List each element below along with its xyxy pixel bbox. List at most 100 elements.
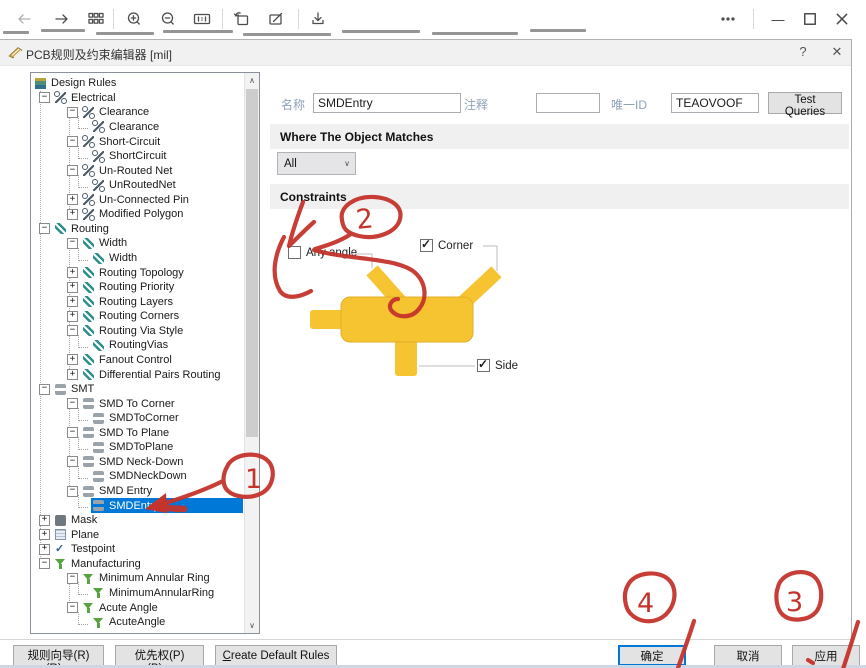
tree-expander[interactable] [67, 165, 78, 176]
tree-node[interactable]: SMD Neck-Down [33, 455, 243, 470]
tree-node[interactable]: SMD To Plane [33, 426, 243, 441]
tree-expander[interactable] [39, 384, 50, 395]
tree-node[interactable]: UnRoutedNet [33, 178, 243, 193]
download-icon[interactable] [306, 7, 330, 31]
scroll-up-icon[interactable]: ∧ [245, 73, 259, 88]
tree-node[interactable]: Un-Connected Pin [33, 193, 243, 208]
tree-node[interactable]: Fanout Control [33, 353, 243, 368]
tree-node[interactable]: Modified Polygon [33, 207, 243, 222]
more-icon[interactable] [716, 7, 740, 31]
zoom-in-icon[interactable] [122, 7, 146, 31]
tree-expander[interactable] [67, 238, 78, 249]
tree-node[interactable]: Un-Routed Net [33, 163, 243, 178]
tree-node[interactable]: Routing Priority [33, 280, 243, 295]
tree-expander[interactable] [67, 456, 78, 467]
tree-expander[interactable] [67, 107, 78, 118]
help-button[interactable]: ? [794, 44, 812, 62]
any-angle-checkbox[interactable] [288, 246, 301, 259]
ok-button[interactable]: 确定 [618, 645, 686, 666]
tree-node[interactable]: AcuteAngle [33, 615, 243, 630]
tree-node[interactable]: SMD Entry [33, 484, 243, 499]
tree-expander[interactable] [67, 427, 78, 438]
tree-node[interactable]: Clearance [33, 120, 243, 135]
corner-option[interactable]: Corner [420, 239, 473, 252]
comment-input[interactable] [536, 93, 600, 113]
tree-expander[interactable] [67, 369, 78, 380]
rotate-page-icon[interactable] [230, 7, 254, 31]
tree-node[interactable]: Routing Via Style [33, 324, 243, 339]
tree-expander[interactable] [67, 602, 78, 613]
scroll-down-icon[interactable]: ∨ [245, 618, 259, 633]
tree-node[interactable]: Routing [33, 222, 243, 237]
tree-expander[interactable] [39, 92, 50, 103]
back-icon[interactable] [12, 7, 36, 31]
edit-page-icon[interactable] [264, 7, 288, 31]
tree-node[interactable]: Clearance [33, 105, 243, 120]
tree-expander[interactable] [67, 267, 78, 278]
tree-expander[interactable] [67, 209, 78, 220]
tree-expander[interactable] [67, 296, 78, 307]
side-option[interactable]: Side [477, 359, 518, 372]
tree-scrollbar[interactable]: ∧ ∨ [244, 73, 259, 633]
tree-node[interactable]: RoutingVias [33, 338, 243, 353]
tree-expander[interactable] [67, 354, 78, 365]
tree-node[interactable]: SMDToCorner [33, 411, 243, 426]
tree-expander[interactable] [67, 573, 78, 584]
tree-expander[interactable] [39, 515, 50, 526]
minimize-icon[interactable]: — [766, 7, 790, 31]
tree-node[interactable]: Routing Layers [33, 294, 243, 309]
tree-node[interactable]: SMDToPlane [33, 440, 243, 455]
tree-node[interactable]: Routing Corners [33, 309, 243, 324]
tree-expander[interactable] [67, 325, 78, 336]
tree-node[interactable]: Width [33, 251, 243, 266]
tree-node[interactable]: Short-Circuit [33, 134, 243, 149]
tree-expander[interactable] [67, 194, 78, 205]
rule-wizard-button[interactable]: 规则向导(R) (R)... [13, 645, 104, 666]
corner-checkbox[interactable] [420, 239, 433, 252]
tree-expander[interactable] [39, 223, 50, 234]
tree-node[interactable]: Acute Angle [33, 600, 243, 615]
close-window-icon[interactable] [830, 7, 854, 31]
tree-node[interactable]: Testpoint [33, 542, 243, 557]
tree-node[interactable]: Design Rules [33, 76, 243, 91]
side-checkbox[interactable] [477, 359, 490, 372]
tree-expander[interactable] [67, 311, 78, 322]
tree-expander[interactable] [39, 529, 50, 540]
tree-node[interactable]: Electrical [33, 91, 243, 106]
any-angle-option[interactable]: Any angle [288, 246, 357, 259]
tree-node[interactable]: Manufacturing [33, 557, 243, 572]
one-to-one-icon[interactable] [190, 7, 214, 31]
tree-expander[interactable] [67, 398, 78, 409]
tree-node[interactable]: Mask [33, 513, 243, 528]
tree-node[interactable]: SMDEntry [33, 498, 243, 513]
dialog-close-button[interactable]: ✕ [828, 44, 846, 62]
apply-button[interactable]: 应用 [792, 645, 860, 666]
tree-node[interactable]: Minimum Annular Ring [33, 571, 243, 586]
tree-expander[interactable] [67, 282, 78, 293]
tree-node[interactable]: Differential Pairs Routing [33, 367, 243, 382]
tree-node[interactable]: Routing Topology [33, 265, 243, 280]
tree-expander[interactable] [67, 486, 78, 497]
tree-expander[interactable] [39, 558, 50, 569]
tree-node[interactable]: SMD To Corner [33, 396, 243, 411]
tree-node[interactable]: Plane [33, 527, 243, 542]
scope-dropdown[interactable]: All ∨ [277, 152, 356, 175]
test-queries-button[interactable]: Test Queries [768, 92, 842, 114]
name-input[interactable] [313, 93, 461, 113]
tree-node[interactable]: SMDNeckDown [33, 469, 243, 484]
tree-expander[interactable] [67, 136, 78, 147]
tree-node[interactable]: SMT [33, 382, 243, 397]
tree-node[interactable]: ShortCircuit [33, 149, 243, 164]
scrollbar-thumb[interactable] [246, 89, 258, 437]
tree-expander[interactable] [39, 544, 50, 555]
unique-id-input[interactable] [671, 93, 759, 113]
priorities-button[interactable]: 优先权(P) (P)... [115, 645, 204, 666]
create-default-rules-button[interactable]: Create Default Rules [215, 645, 337, 666]
tree-node[interactable]: Width [33, 236, 243, 251]
zoom-out-icon[interactable] [156, 7, 180, 31]
cancel-button[interactable]: 取消 [714, 645, 782, 666]
forward-icon[interactable] [50, 7, 74, 31]
tree-node[interactable]: MinimumAnnularRing [33, 586, 243, 601]
grid-view-icon[interactable] [84, 7, 108, 31]
maximize-icon[interactable] [798, 7, 822, 31]
